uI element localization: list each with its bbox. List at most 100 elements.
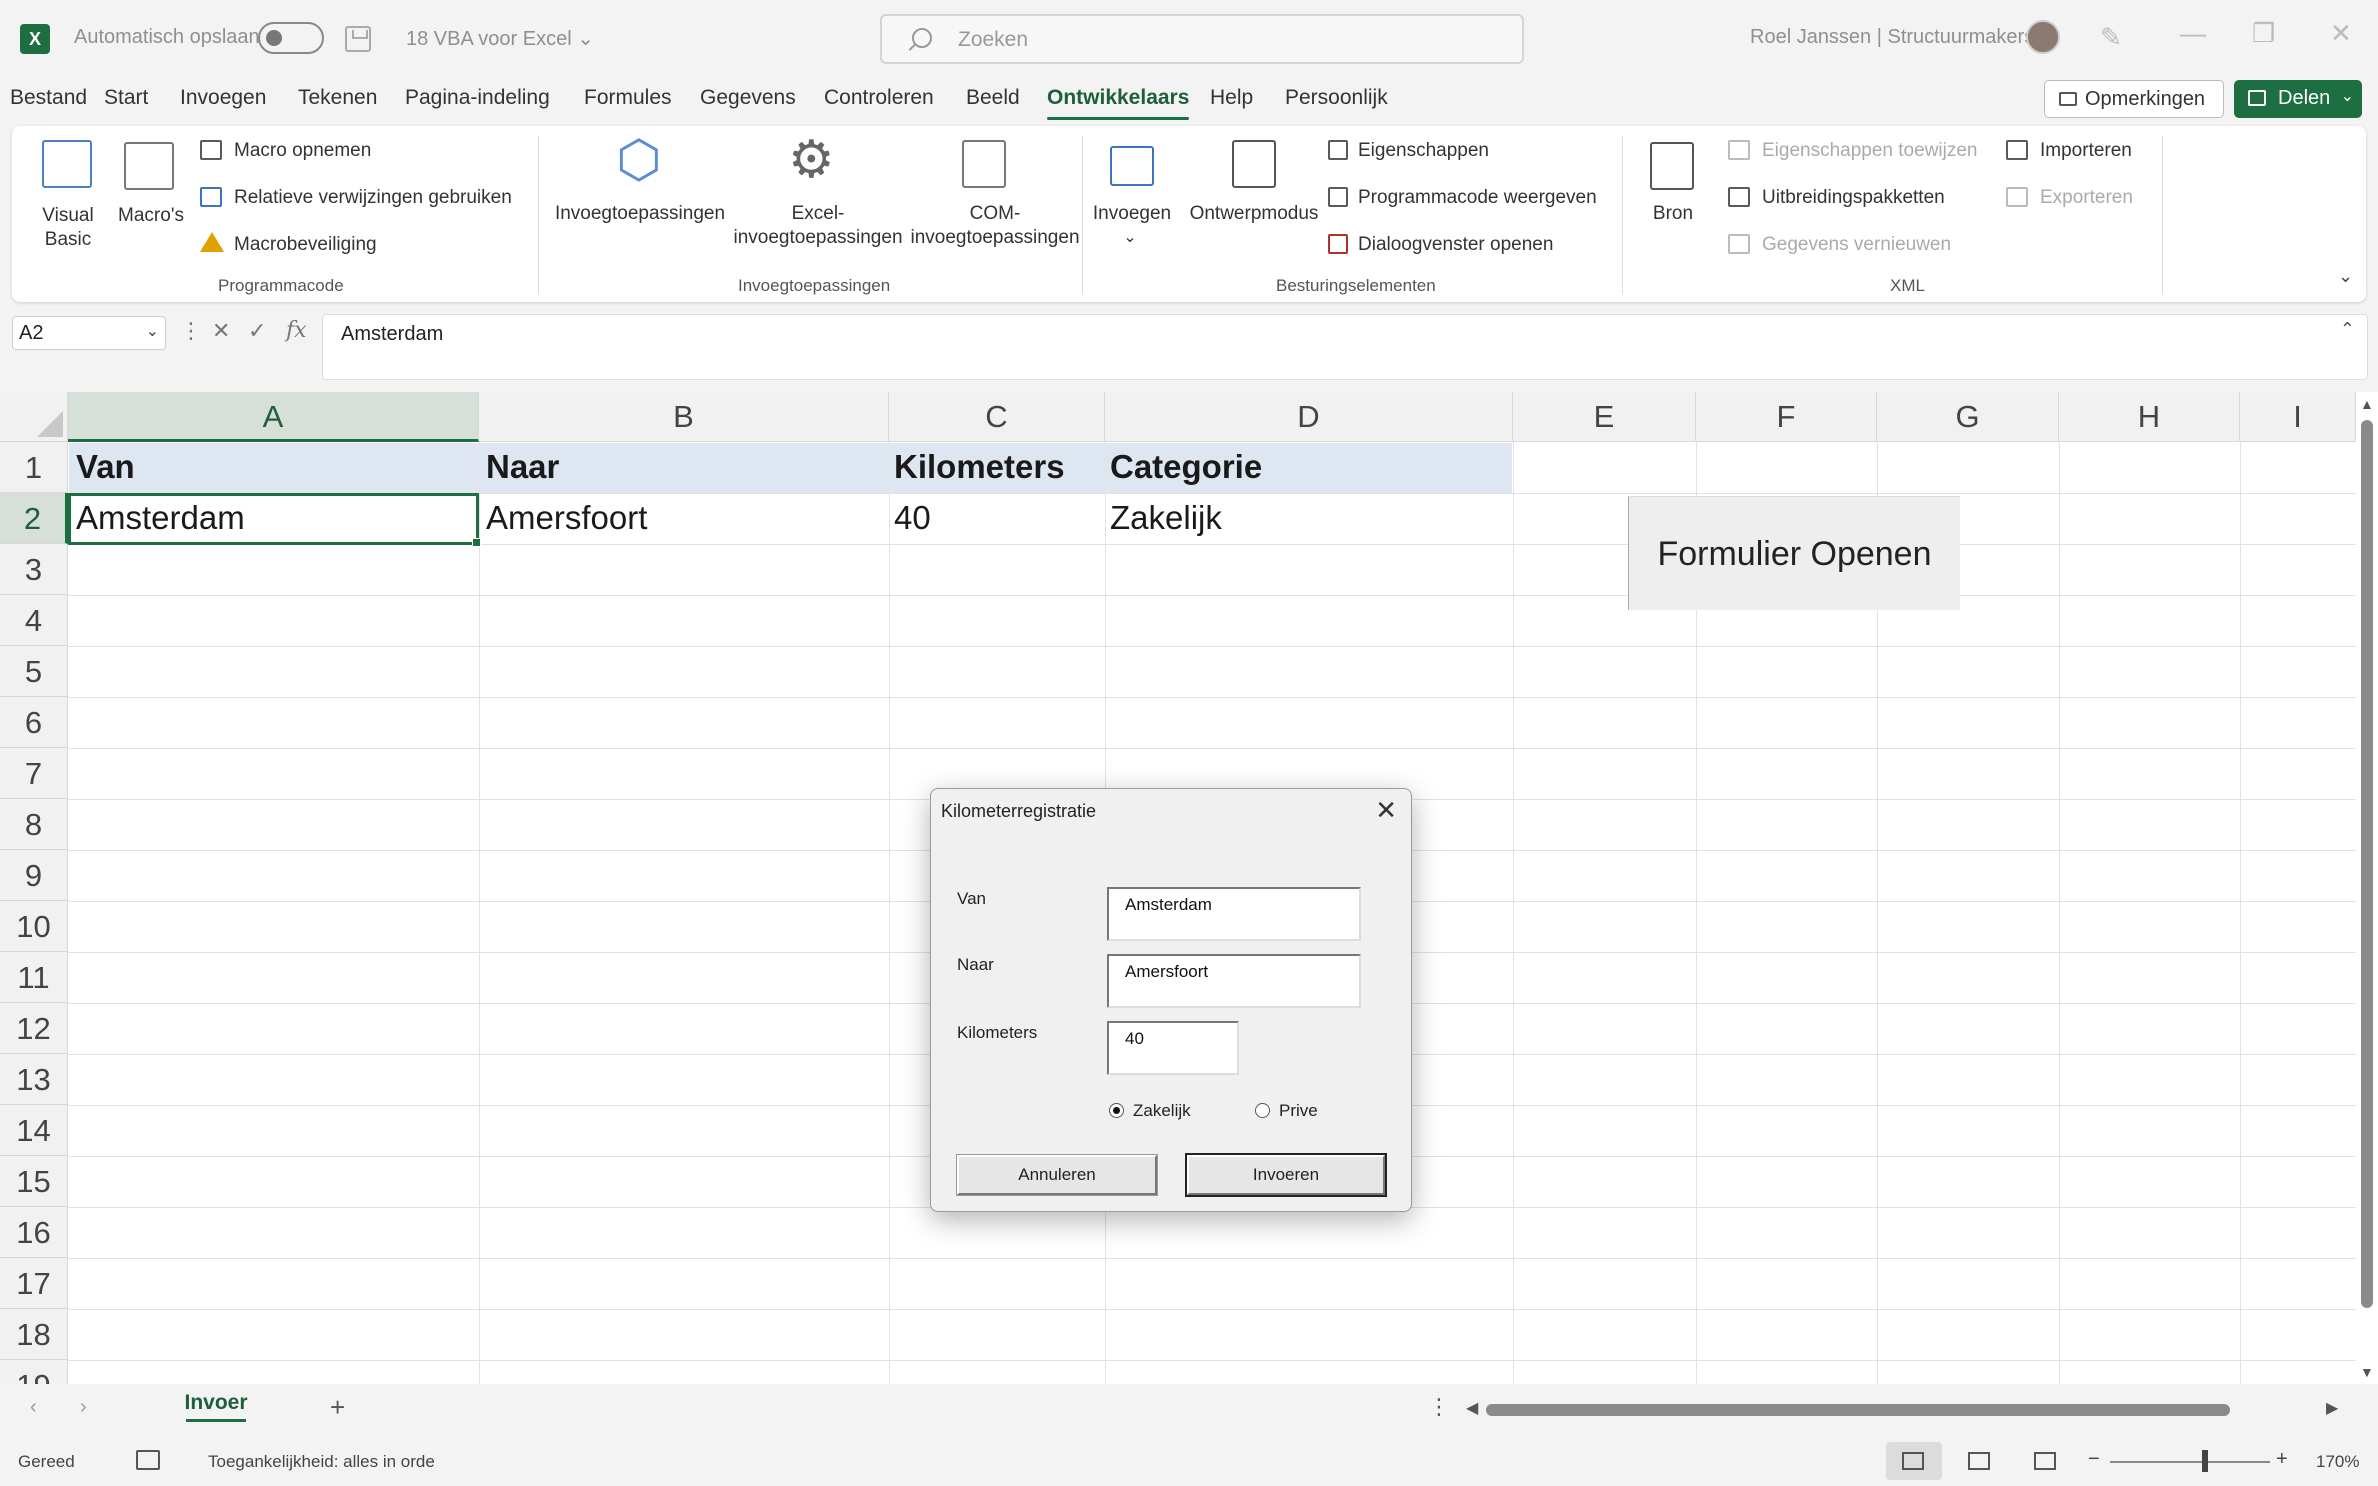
row-header-10[interactable]: 10 bbox=[0, 901, 68, 952]
tab-tekenen[interactable]: Tekenen bbox=[298, 86, 377, 110]
tab-help[interactable]: Help bbox=[1210, 86, 1253, 110]
zoom-level[interactable]: 170% bbox=[2316, 1452, 2359, 1472]
row-header-6[interactable]: 6 bbox=[0, 697, 68, 748]
chevron-up-icon[interactable]: ⌃ bbox=[2340, 319, 2355, 340]
cell-d2[interactable]: Zakelijk bbox=[1110, 499, 1222, 537]
kilometers-input[interactable]: 40 bbox=[1107, 1021, 1239, 1075]
tab-ontwikkelaars[interactable]: Ontwikkelaars bbox=[1047, 86, 1190, 120]
zoom-slider[interactable] bbox=[2110, 1461, 2270, 1463]
open-form-button[interactable]: Formulier Openen bbox=[1628, 496, 1960, 610]
sheet-tab-invoer[interactable]: Invoer bbox=[170, 1384, 262, 1428]
page-break-button[interactable] bbox=[2018, 1442, 2074, 1480]
relative-references-button[interactable]: Relatieve verwijzingen gebruiken bbox=[234, 187, 512, 209]
chevron-down-icon[interactable]: ⌄ bbox=[2341, 86, 2354, 106]
row-header-18[interactable]: 18 bbox=[0, 1309, 68, 1360]
row-header-14[interactable]: 14 bbox=[0, 1105, 68, 1156]
column-header-h[interactable]: H bbox=[2059, 392, 2240, 442]
scroll-down-icon[interactable]: ▼ bbox=[2360, 1364, 2374, 1380]
column-header-e[interactable]: E bbox=[1513, 392, 1696, 442]
more-icon[interactable]: ⋮ bbox=[180, 318, 202, 344]
formula-input[interactable]: Amsterdam ⌃ bbox=[322, 314, 2368, 380]
visual-basic-icon[interactable] bbox=[42, 140, 92, 188]
map-properties-button[interactable]: Eigenschappen toewijzen bbox=[1762, 140, 1978, 162]
tab-controleren[interactable]: Controleren bbox=[824, 86, 934, 110]
cell-b1[interactable]: Naar bbox=[486, 448, 559, 486]
horizontal-scrollbar[interactable]: ◀ ▶ bbox=[1462, 1400, 2342, 1418]
column-header-i[interactable]: I bbox=[2240, 392, 2356, 442]
tab-start[interactable]: Start bbox=[104, 86, 148, 110]
scroll-up-icon[interactable]: ▲ bbox=[2360, 396, 2374, 412]
row-header-3[interactable]: 3 bbox=[0, 544, 68, 595]
normal-view-button[interactable] bbox=[1886, 1442, 1942, 1480]
tab-pagina-indeling[interactable]: Pagina-indeling bbox=[405, 86, 550, 110]
chevron-down-icon[interactable]: ⌄ bbox=[2338, 266, 2353, 287]
cell-c1[interactable]: Kilometers bbox=[894, 448, 1065, 486]
save-icon[interactable] bbox=[345, 26, 371, 52]
check-icon[interactable]: ✓ bbox=[248, 318, 266, 344]
chevron-right-icon[interactable]: › bbox=[80, 1396, 87, 1419]
row-header-19[interactable]: 19 bbox=[0, 1360, 68, 1384]
accessibility-status[interactable]: Toegankelijkheid: alles in orde bbox=[208, 1452, 435, 1472]
tab-gegevens[interactable]: Gegevens bbox=[700, 86, 796, 110]
xml-source-icon[interactable] bbox=[1650, 142, 1694, 190]
insert-control-button[interactable]: Invoegen bbox=[1092, 202, 1172, 226]
column-header-f[interactable]: F bbox=[1696, 392, 1877, 442]
name-box[interactable]: A2 ⌄ bbox=[12, 316, 166, 350]
page-layout-button[interactable] bbox=[1952, 1442, 2008, 1480]
tab-bestand[interactable]: Bestand bbox=[10, 86, 87, 110]
column-header-a[interactable]: A bbox=[68, 392, 479, 442]
cancel-icon[interactable]: ✕ bbox=[212, 318, 230, 344]
naar-input[interactable]: Amersfoort bbox=[1107, 954, 1361, 1008]
excel-addins-button[interactable]: Excel- invoegtoepassingen bbox=[726, 202, 910, 250]
row-header-16[interactable]: 16 bbox=[0, 1207, 68, 1258]
row-header-17[interactable]: 17 bbox=[0, 1258, 68, 1309]
share-button[interactable]: Delen ⌄ bbox=[2234, 80, 2362, 118]
macros-button[interactable]: Macro's bbox=[112, 204, 190, 228]
vertical-scrollbar[interactable]: ▲ ▼ bbox=[2356, 392, 2378, 1384]
tab-formules[interactable]: Formules bbox=[584, 86, 672, 110]
addins-icon[interactable]: ⬡ bbox=[616, 134, 661, 186]
row-header-2[interactable]: 2 bbox=[0, 493, 68, 544]
tab-persoonlijk[interactable]: Persoonlijk bbox=[1285, 86, 1388, 110]
restore-icon[interactable]: ❐ bbox=[2252, 18, 2275, 49]
row-header-1[interactable]: 1 bbox=[0, 442, 68, 493]
row-header-7[interactable]: 7 bbox=[0, 748, 68, 799]
tab-invoegen[interactable]: Invoegen bbox=[180, 86, 266, 110]
van-input[interactable]: Amsterdam bbox=[1107, 887, 1361, 941]
row-header-11[interactable]: 11 bbox=[0, 952, 68, 1003]
chevron-down-icon[interactable]: ⌄ bbox=[146, 321, 159, 341]
avatar[interactable] bbox=[2026, 20, 2060, 54]
row-header-4[interactable]: 4 bbox=[0, 595, 68, 646]
cancel-button[interactable]: Annuleren bbox=[956, 1154, 1158, 1196]
row-header-8[interactable]: 8 bbox=[0, 799, 68, 850]
pen-icon[interactable]: ✎ bbox=[2100, 22, 2122, 53]
view-code-button[interactable]: Programmacode weergeven bbox=[1358, 187, 1597, 209]
add-sheet-icon[interactable]: + bbox=[330, 1392, 345, 1423]
row-header-12[interactable]: 12 bbox=[0, 1003, 68, 1054]
cell-c2[interactable]: 40 bbox=[894, 499, 931, 537]
cell-a1[interactable]: Van bbox=[76, 448, 135, 486]
com-addins-icon[interactable] bbox=[962, 140, 1006, 188]
file-name[interactable]: 18 VBA voor Excel ⌄ bbox=[406, 26, 594, 51]
close-icon[interactable]: ✕ bbox=[1375, 795, 1397, 826]
minimize-icon[interactable]: — bbox=[2180, 18, 2206, 49]
com-addins-button[interactable]: COM- invoegtoepassingen bbox=[900, 202, 1090, 250]
scrollbar-thumb[interactable] bbox=[2361, 420, 2373, 1308]
chevron-down-icon[interactable]: ⌄ bbox=[1120, 226, 1140, 250]
cell-b2[interactable]: Amersfoort bbox=[486, 499, 647, 537]
submit-button[interactable]: Invoeren bbox=[1185, 1153, 1387, 1197]
select-all-corner[interactable] bbox=[0, 392, 68, 442]
close-icon[interactable]: ✕ bbox=[2330, 18, 2352, 49]
import-button[interactable]: Importeren bbox=[2040, 140, 2132, 162]
row-header-13[interactable]: 13 bbox=[0, 1054, 68, 1105]
expansion-packs-button[interactable]: Uitbreidingspakketten bbox=[1762, 187, 1945, 209]
autosave-toggle[interactable] bbox=[258, 22, 324, 54]
scroll-right-icon[interactable]: ▶ bbox=[2326, 1398, 2338, 1418]
design-mode-button[interactable]: Ontwerpmodus bbox=[1178, 202, 1330, 226]
radio-zakelijk[interactable]: Zakelijk bbox=[1109, 1101, 1191, 1121]
properties-button[interactable]: Eigenschappen bbox=[1358, 140, 1489, 162]
macro-security-button[interactable]: Macrobeveiliging bbox=[234, 234, 377, 256]
export-button[interactable]: Exporteren bbox=[2040, 187, 2133, 209]
tab-beeld[interactable]: Beeld bbox=[966, 86, 1020, 110]
zoom-slider-thumb[interactable] bbox=[2202, 1450, 2208, 1472]
